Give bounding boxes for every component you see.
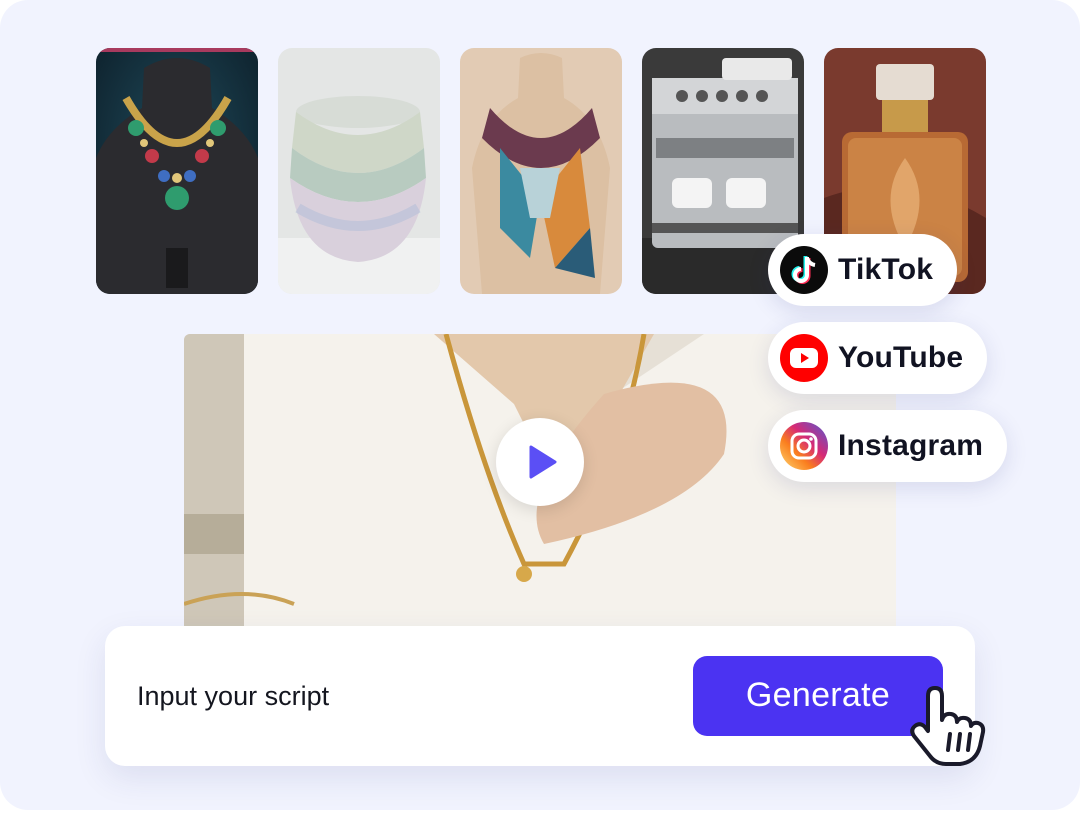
- scarf-image: [460, 48, 622, 294]
- hand-pointer-icon: [906, 684, 992, 770]
- play-button[interactable]: [496, 418, 584, 506]
- thumbnail-bowls[interactable]: [278, 48, 440, 294]
- necklace-image: [96, 48, 258, 294]
- platform-label: YouTube: [838, 341, 964, 374]
- tiktok-icon: [780, 246, 828, 294]
- script-input[interactable]: [137, 676, 657, 716]
- platform-label: TikTok: [838, 253, 934, 286]
- script-bar: Generate: [105, 626, 975, 766]
- instagram-icon: [780, 422, 828, 470]
- play-icon: [529, 445, 557, 479]
- youtube-icon: [780, 334, 828, 382]
- bowls-image: [278, 48, 440, 294]
- thumbnail-scarf[interactable]: [460, 48, 622, 294]
- platform-instagram[interactable]: Instagram: [768, 410, 1008, 482]
- platform-label: Instagram: [838, 429, 984, 462]
- platform-youtube[interactable]: YouTube: [768, 322, 988, 394]
- platform-tiktok[interactable]: TikTok: [768, 234, 958, 306]
- app-canvas: TikTok YouTube Instagram Input your scri…: [0, 0, 1080, 810]
- thumbnail-necklace[interactable]: [96, 48, 258, 294]
